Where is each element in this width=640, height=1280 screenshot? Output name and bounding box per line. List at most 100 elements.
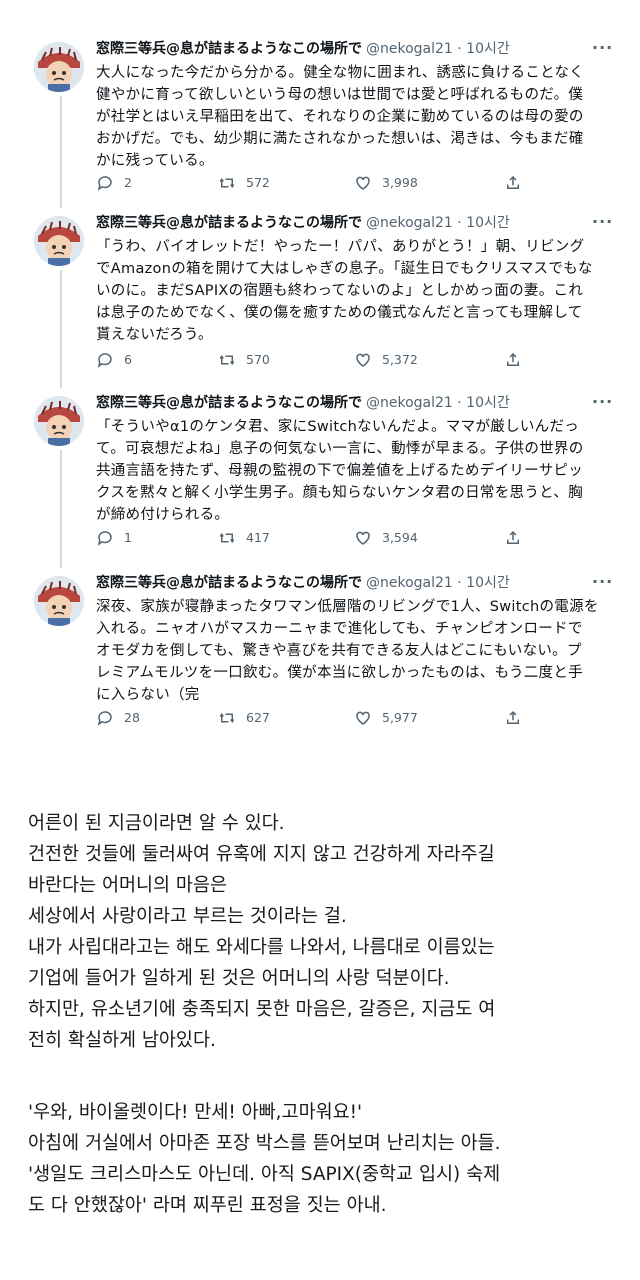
retweet-button[interactable]: 570 xyxy=(218,351,270,369)
reply-button[interactable]: 2 xyxy=(96,174,132,192)
share-icon xyxy=(507,175,519,189)
tweet-actions: 1 417 3,594 xyxy=(96,529,616,551)
paragraph-line: 세상에서 사랑이라고 부르는 것이라는 걸. xyxy=(28,906,347,927)
tweet-line: 深夜、家族が寝静まったタワマン低層階のリビングで1人、Switchの電源を xyxy=(96,599,599,615)
tweet-line: が社学とはいえ早稲田を出て、それなりの企業に勤めているのは母の愛の xyxy=(96,109,584,125)
paragraph-line: 내가 사립대라고는 해도 와세다를 나와서, 나름대로 이름있는 xyxy=(28,937,495,958)
retweet-button[interactable]: 572 xyxy=(218,174,270,192)
retweet-button[interactable]: 417 xyxy=(218,529,270,547)
avatar-icon[interactable] xyxy=(34,576,84,626)
retweet-button[interactable]: 627 xyxy=(218,709,270,727)
tweet-text: 深夜、家族が寝静まったタワマン低層階のリビングで1人、Switchの電源を 入れ… xyxy=(96,596,616,706)
like-count: 5,372 xyxy=(382,352,418,367)
author-handle[interactable]: @nekogal21 · 10시간 xyxy=(366,41,510,57)
like-icon xyxy=(356,711,370,725)
share-button[interactable] xyxy=(504,174,532,192)
tweet-line: 「そういやα1のケンタ君、家にSwitchないんだよ。ママが厳しいんだっ xyxy=(96,419,580,435)
author-name[interactable]: 窓際三等兵@息が詰まるようなこの場所で xyxy=(96,41,362,57)
tweet-actions: 28 627 5,977 xyxy=(96,709,616,731)
paragraph-line: 바란다는 어머니의 마음은 xyxy=(28,875,227,896)
paragraph-line: 어른이 된 지금이라면 알 수 있다. xyxy=(28,813,285,834)
reply-count: 28 xyxy=(124,710,140,725)
avatar-icon[interactable] xyxy=(34,42,84,92)
paragraph-line: 전히 확실하게 남아있다. xyxy=(28,1030,216,1051)
like-icon xyxy=(356,531,370,545)
tweet-line: 共通言語を持たず、母親の監視の下で偏差値を上げるためデイリーサピッ xyxy=(96,463,584,479)
retweet-icon xyxy=(219,712,235,724)
tweet-line: おかげだ。でも、幼少期に満たされなかった想いは、渇きは、今もまだ確 xyxy=(96,131,584,147)
translation-text: 어른이 된 지금이라면 알 수 있다. 건전한 것들에 둘러싸여 유혹에 지지 … xyxy=(28,808,628,1221)
retweet-icon xyxy=(219,532,235,544)
retweet-count: 572 xyxy=(246,175,270,190)
tweet-line: て。可哀想だよね」息子の何気ない一言に、動悸が早まる。子供の世界の xyxy=(96,441,584,457)
paragraph-line: 하지만, 유소년기에 충족되지 못한 마음은, 갈증은, 지금도 여 xyxy=(28,999,496,1020)
tweet-text: 大人になった今だから分かる。健全な物に囲まれ、誘惑に負けることなく 健やかに育っ… xyxy=(96,62,616,172)
tweet-line: かに残っている。 xyxy=(96,153,214,169)
tweet-line: でAmazonの箱を開けて大はしゃぎの息子。「誕生日でもクリスマスでもな xyxy=(96,261,593,277)
like-button[interactable]: 3,998 xyxy=(354,174,418,192)
share-icon xyxy=(507,710,519,724)
like-button[interactable]: 3,594 xyxy=(354,529,418,547)
tweet-actions: 6 570 5,372 xyxy=(96,351,616,373)
author-name[interactable]: 窓際三等兵@息が詰まるようなこの場所で xyxy=(96,395,362,411)
share-icon xyxy=(507,530,519,544)
tweet-line: いのに。まだSAPIXの宿題も終わってないのよ」としかめっ面の妻。これ xyxy=(96,283,584,299)
reply-icon xyxy=(97,711,112,726)
reply-count: 2 xyxy=(124,175,132,190)
tweet-line: 「うわ、バイオレットだ！やったー！パパ、ありがとう！」朝、リビング xyxy=(96,239,585,255)
tweet-line: 貰えないだろう。 xyxy=(96,327,213,343)
author-handle[interactable]: @nekogal21 · 10시간 xyxy=(366,575,510,591)
tweet-line: レミアムモルツを一口飲む。僕が本当に欲しかったものは、もう二度と手 xyxy=(96,665,583,681)
retweet-count: 417 xyxy=(246,530,270,545)
more-icon[interactable]: ··· xyxy=(592,392,613,411)
like-icon xyxy=(356,353,370,367)
share-icon xyxy=(507,352,519,366)
like-button[interactable]: 5,977 xyxy=(354,709,418,727)
paragraph-line: 아침에 거실에서 아마존 포장 박스를 뜯어보며 난리치는 아들. xyxy=(28,1133,501,1154)
thread-line xyxy=(60,270,62,388)
paragraph-line: '우와, 바이올렛이다! 만세! 아빠,고마워요!' xyxy=(28,1102,363,1123)
paragraph-line: '생일도 크리스마스도 아닌데. 아직 SAPIX(중학교 입시) 숙제 xyxy=(28,1164,501,1185)
tweet-line: 入れる。ニャオハがマスカーニャまで進化しても、チャンピオンロードで xyxy=(96,621,583,637)
tweet-header: 窓際三等兵@息が詰まるようなこの場所で @nekogal21 · 10시간 xyxy=(96,392,596,414)
like-button[interactable]: 5,372 xyxy=(354,351,418,369)
tweet-header: 窓際三等兵@息が詰まるようなこの場所で @nekogal21 · 10시간 xyxy=(96,38,596,60)
like-icon xyxy=(356,176,370,190)
tweet-line: 健やかに育って欲しいという母の想いは世間では愛と呼ばれるものだ。僕 xyxy=(96,87,584,103)
avatar-icon[interactable] xyxy=(34,216,84,266)
reply-button[interactable]: 28 xyxy=(96,709,140,727)
reply-button[interactable]: 6 xyxy=(96,351,132,369)
reply-count: 1 xyxy=(124,530,132,545)
reply-icon xyxy=(97,531,112,546)
author-handle[interactable]: @nekogal21 · 10시간 xyxy=(366,395,510,411)
tweet-actions: 2 572 3,998 xyxy=(96,174,616,196)
author-name[interactable]: 窓際三等兵@息が詰まるようなこの場所で xyxy=(96,575,362,591)
share-button[interactable] xyxy=(504,351,532,369)
avatar-icon[interactable] xyxy=(34,396,84,446)
thread-line xyxy=(60,96,62,208)
thread-line xyxy=(60,450,62,568)
paragraph-line: 기업에 들어가 일하게 된 것은 어머니의 사랑 덕분이다. xyxy=(28,968,450,989)
retweet-icon xyxy=(219,354,235,366)
reply-count: 6 xyxy=(124,352,132,367)
reply-button[interactable]: 1 xyxy=(96,529,132,547)
tweet-line: 大人になった今だから分かる。健全な物に囲まれ、誘惑に負けることなく xyxy=(96,65,585,81)
retweet-icon xyxy=(219,177,235,189)
tweet-line: に入らない（完 xyxy=(96,687,200,703)
author-name[interactable]: 窓際三等兵@息が詰まるようなこの場所で xyxy=(96,215,362,231)
share-button[interactable] xyxy=(504,709,532,727)
like-count: 5,977 xyxy=(382,710,418,725)
share-button[interactable] xyxy=(504,529,532,547)
author-handle[interactable]: @nekogal21 · 10시간 xyxy=(366,215,510,231)
tweet-line: オモダカを倒しても、驚きや喜びを共有できる友人はどこにもいない。プ xyxy=(96,643,582,659)
tweet-line: クスを黙々と解く小学生男子。顔も知らないケンタ君の日常を思うと、胸 xyxy=(96,485,583,501)
more-icon[interactable]: ··· xyxy=(592,38,613,57)
paragraph-line: 건전한 것들에 둘러싸여 유혹에 지지 않고 건강하게 자라주길 xyxy=(28,844,495,865)
tweet-text: 「うわ、バイオレットだ！やったー！パパ、ありがとう！」朝、リビング でAmazo… xyxy=(96,236,616,346)
more-icon[interactable]: ··· xyxy=(592,212,613,231)
more-icon[interactable]: ··· xyxy=(592,572,613,591)
retweet-count: 570 xyxy=(246,352,270,367)
tweet-header: 窓際三等兵@息が詰まるようなこの場所で @nekogal21 · 10시간 xyxy=(96,572,596,594)
reply-icon xyxy=(97,353,112,368)
